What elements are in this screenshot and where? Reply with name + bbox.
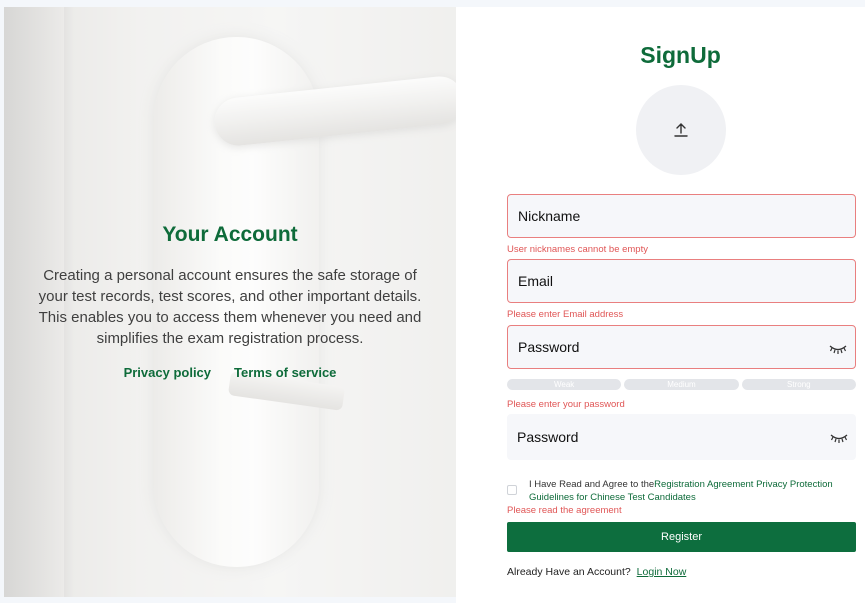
account-info-panel: Your Account Creating a personal account… [4, 7, 456, 597]
agreement-error: Please read the agreement [507, 505, 622, 516]
signup-form-panel: SignUp Nickname User nicknames cannot be… [456, 7, 865, 603]
login-prompt-row: Already Have an Account? Login Now [507, 566, 686, 578]
signup-title: SignUp [640, 42, 721, 68]
email-placeholder: Email [518, 273, 554, 289]
nickname-field[interactable]: Nickname [507, 194, 856, 238]
strength-strong: Strong [741, 379, 856, 390]
terms-of-service-link[interactable]: Terms of service [234, 365, 336, 380]
account-description: Creating a personal account ensures the … [38, 267, 422, 347]
password-field[interactable]: Password [507, 325, 856, 369]
nickname-error: User nicknames cannot be empty [507, 244, 648, 255]
upload-icon [674, 123, 688, 137]
strength-medium: Medium [624, 379, 739, 390]
agreement-prefix: I Have Read and Agree to the [529, 479, 655, 490]
login-now-link[interactable]: Login Now [637, 566, 687, 578]
strength-weak: Weak [507, 379, 622, 390]
agreement-text: I Have Read and Agree to theRegistration… [529, 479, 859, 504]
login-prompt: Already Have an Account? [507, 566, 631, 578]
eye-closed-icon[interactable] [830, 429, 848, 445]
confirm-password-placeholder: Password [517, 429, 579, 445]
account-title: Your Account [162, 223, 298, 246]
password-strength-meter: Weak Medium Strong [507, 379, 856, 390]
register-button[interactable]: Register [507, 522, 856, 552]
privacy-policy-link[interactable]: Privacy policy [124, 365, 211, 380]
avatar-upload-button[interactable] [636, 85, 726, 175]
eye-closed-icon[interactable] [829, 340, 847, 356]
email-field[interactable]: Email [507, 259, 856, 303]
email-error: Please enter Email address [507, 309, 624, 320]
agreement-checkbox[interactable] [507, 485, 517, 495]
signup-page: Your Account Creating a personal account… [0, 0, 865, 603]
policy-links: Privacy policy Terms of service [4, 365, 456, 380]
password-error: Please enter your password [507, 399, 625, 410]
nickname-placeholder: Nickname [518, 208, 581, 224]
confirm-password-field[interactable]: Password [507, 414, 856, 460]
account-info-content: Your Account Creating a personal account… [4, 223, 456, 380]
password-placeholder: Password [518, 339, 580, 355]
